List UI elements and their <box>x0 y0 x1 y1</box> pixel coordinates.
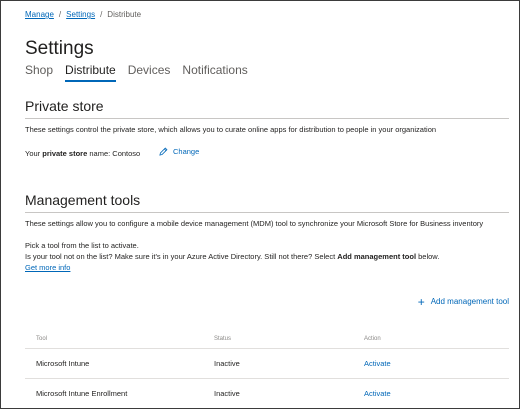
private-store-name-bold: private store <box>42 149 88 158</box>
table-cell-tool: Microsoft Intune Enrollment <box>36 389 128 398</box>
table-cell-status: Inactive <box>214 389 240 398</box>
change-label: Change <box>173 147 200 156</box>
get-more-info-link[interactable]: Get more info <box>25 263 70 272</box>
private-store-name-value: name: Contoso <box>87 149 141 158</box>
private-store-name-prefix: Your <box>25 149 43 158</box>
tool-not-listed-text: Is your tool not on the list? Make sure … <box>25 252 439 261</box>
table-cell-status: Inactive <box>214 359 240 368</box>
breadcrumb-separator: / <box>100 10 103 19</box>
breadcrumb: Manage / Settings / Distribute <box>25 10 141 19</box>
column-header-tool: Tool <box>36 336 48 342</box>
tab-bar: Shop Distribute Devices Notifications <box>25 63 248 82</box>
table-row-divider <box>25 378 509 379</box>
change-name-button[interactable]: Change <box>159 147 199 156</box>
tab-devices[interactable]: Devices <box>128 63 171 82</box>
tab-shop[interactable]: Shop <box>25 63 53 82</box>
activate-intune-link[interactable]: Activate <box>364 359 391 368</box>
settings-window: Manage / Settings / Distribute Settings Shop… <box>0 0 520 409</box>
table-cell-tool: Microsoft Intune <box>36 359 90 368</box>
private-store-description: These settings control the private store… <box>25 125 437 134</box>
column-header-action: Action <box>364 336 381 342</box>
breadcrumb-settings-link[interactable]: Settings <box>66 10 95 19</box>
tool-not-listed-suffix: below. <box>416 252 440 261</box>
management-tools-description: These settings allow you to configure a … <box>25 219 484 228</box>
pencil-icon <box>159 147 168 156</box>
tab-notifications[interactable]: Notifications <box>182 63 247 82</box>
management-tools-heading: Management tools <box>25 192 141 208</box>
tab-distribute[interactable]: Distribute <box>65 63 116 82</box>
breadcrumb-manage-link[interactable]: Manage <box>25 10 54 19</box>
section-divider <box>25 118 509 119</box>
add-management-tool-label: Add management tool <box>430 297 509 306</box>
page-title: Settings <box>25 38 94 59</box>
section-divider <box>25 212 509 213</box>
breadcrumb-separator: / <box>58 10 62 19</box>
private-store-heading: Private store <box>25 98 104 114</box>
table-row-divider <box>25 348 509 349</box>
add-management-tool-button[interactable]: + Add management tool <box>417 294 509 309</box>
private-store-name: Your private store name: Contoso <box>25 149 140 158</box>
pick-tool-instruction: Pick a tool from the list to activate. <box>25 241 139 250</box>
tool-not-listed-bold: Add management tool <box>337 252 417 261</box>
column-header-status: Status <box>214 336 232 342</box>
plus-icon: + <box>417 294 425 309</box>
breadcrumb-current: Distribute <box>107 10 142 19</box>
activate-intune-enrollment-link[interactable]: Activate <box>364 389 391 398</box>
tool-not-listed-prefix: Is your tool not on the list? Make sure … <box>25 252 338 261</box>
